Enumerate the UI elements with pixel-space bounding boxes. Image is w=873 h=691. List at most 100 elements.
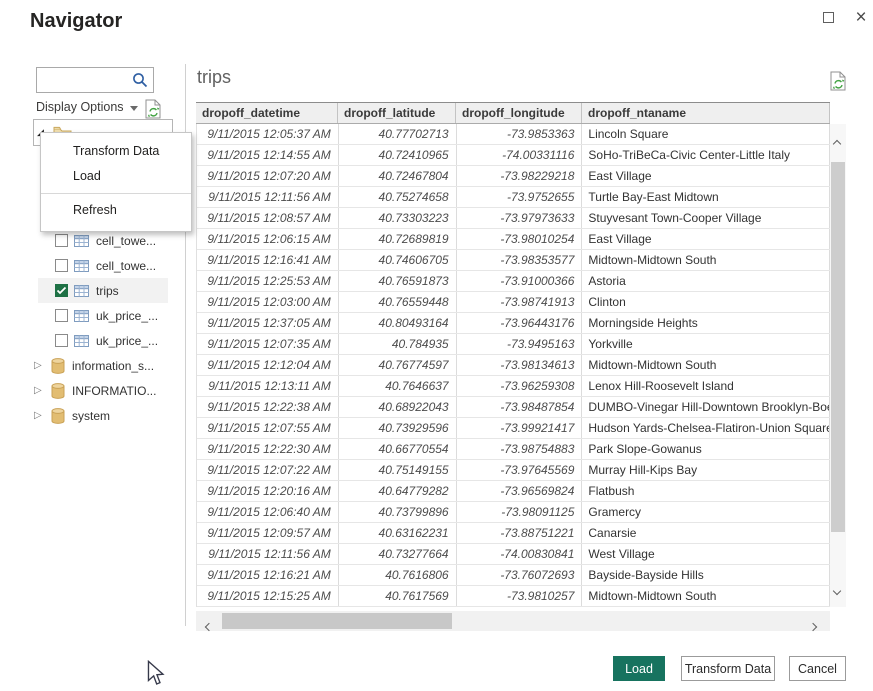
column-header-dropoff-datetime[interactable]: dropoff_datetime	[196, 103, 338, 123]
table-cell: Clinton	[582, 292, 830, 312]
table-cell: -73.98754883	[457, 439, 583, 459]
maximize-button[interactable]	[815, 6, 841, 28]
table-cell: 40.7646637	[339, 376, 457, 396]
table-cell: -73.97645569	[457, 460, 583, 480]
tree-item-cell-towe[interactable]: cell_towe...	[30, 253, 185, 278]
tree-item-label: system	[72, 409, 110, 423]
search-box[interactable]	[36, 67, 154, 93]
table-cell: 40.74606705	[339, 250, 457, 270]
table-cell: 9/11/2015 12:09:57 AM	[197, 523, 339, 543]
table-row: 9/11/2015 12:07:22 AM40.75149155-73.9764…	[197, 460, 830, 481]
table-cell: 40.73277664	[339, 544, 457, 564]
table-row: 9/11/2015 12:08:57 AM40.73303223-73.9797…	[197, 208, 830, 229]
checkbox-unchecked[interactable]	[55, 309, 68, 322]
table-cell: -73.91000366	[457, 271, 583, 291]
table-cell: -73.88751221	[457, 523, 583, 543]
horizontal-scrollbar[interactable]	[196, 611, 830, 631]
vertical-scrollbar-thumb[interactable]	[831, 162, 845, 532]
table-cell: -73.98134613	[457, 355, 583, 375]
table-cell: Midtown-Midtown South	[582, 586, 830, 606]
table-cell: 9/11/2015 12:03:00 AM	[197, 292, 339, 312]
expander-collapsed-icon[interactable]: ▷	[34, 410, 46, 421]
checkbox-unchecked[interactable]	[55, 234, 68, 247]
column-header-dropoff-ntaname[interactable]: dropoff_ntaname	[582, 103, 830, 123]
table-icon	[74, 285, 89, 297]
table-cell: 9/11/2015 12:07:35 AM	[197, 334, 339, 354]
display-options-dropdown[interactable]: Display Options	[36, 100, 138, 114]
table-row: 9/11/2015 12:37:05 AM40.80493164-73.9644…	[197, 313, 830, 334]
refresh-preview-icon[interactable]	[829, 71, 847, 92]
table-cell: 9/11/2015 12:22:38 AM	[197, 397, 339, 417]
preview-body: 9/11/2015 12:05:37 AM40.77702713-73.9853…	[196, 124, 830, 607]
table-cell: 9/11/2015 12:06:15 AM	[197, 229, 339, 249]
table-cell: 40.76591873	[339, 271, 457, 291]
table-cell: Lenox Hill-Roosevelt Island	[582, 376, 830, 396]
refresh-icon[interactable]	[144, 99, 162, 120]
transform-data-button[interactable]: Transform Data	[681, 656, 775, 681]
database-icon	[51, 408, 65, 424]
table-cell: -73.97973633	[457, 208, 583, 228]
table-cell: 40.75274658	[339, 187, 457, 207]
table-cell: West Village	[582, 544, 830, 564]
column-header-dropoff-latitude[interactable]: dropoff_latitude	[338, 103, 456, 123]
table-cell: 40.64779282	[339, 481, 457, 501]
expander-collapsed-icon[interactable]: ▷	[34, 360, 46, 371]
checkbox-unchecked[interactable]	[55, 259, 68, 272]
table-cell: -73.76072693	[457, 565, 583, 585]
cancel-button[interactable]: Cancel	[789, 656, 846, 681]
table-cell: 9/11/2015 12:16:21 AM	[197, 565, 339, 585]
table-cell: -73.98229218	[457, 166, 583, 186]
table-cell: 40.75149155	[339, 460, 457, 480]
scroll-right-icon[interactable]	[809, 623, 817, 631]
table-cell: Gramercy	[582, 502, 830, 522]
expander-collapsed-icon[interactable]: ▷	[34, 385, 46, 396]
table-cell: Yorkville	[582, 334, 830, 354]
tree-item-label: information_s...	[72, 359, 154, 373]
load-button[interactable]: Load	[613, 656, 665, 681]
scroll-down-icon[interactable]	[833, 587, 841, 595]
table-row: 9/11/2015 12:06:40 AM40.73799896-73.9809…	[197, 502, 830, 523]
vertical-scrollbar[interactable]	[830, 124, 846, 607]
tree-item-informatio[interactable]: ▷INFORMATIO...	[30, 378, 185, 403]
search-input[interactable]	[37, 68, 131, 92]
horizontal-scrollbar-thumb[interactable]	[222, 613, 452, 629]
table-cell: Morningside Heights	[582, 313, 830, 333]
tree-item-information-s[interactable]: ▷ information_s...	[30, 353, 185, 378]
scroll-left-icon[interactable]	[205, 623, 213, 631]
tree-item-trips[interactable]: trips	[30, 278, 185, 303]
table-cell: 9/11/2015 12:11:56 AM	[197, 544, 339, 564]
table-cell: -73.9853363	[457, 124, 583, 144]
table-cell: Bayside-Bayside Hills	[582, 565, 830, 585]
table-row: 9/11/2015 12:25:53 AM40.76591873-73.9100…	[197, 271, 830, 292]
close-button[interactable]: ×	[848, 6, 873, 28]
table-cell: Murray Hill-Kips Bay	[582, 460, 830, 480]
table-cell: -73.98091125	[457, 502, 583, 522]
table-cell: 9/11/2015 12:12:04 AM	[197, 355, 339, 375]
tree-item-uk-price[interactable]: uk_price_...	[30, 303, 185, 328]
table-icon	[74, 260, 89, 272]
tree-item-uk-price[interactable]: uk_price_...	[30, 328, 185, 353]
database-icon	[51, 358, 65, 374]
scroll-up-icon[interactable]	[833, 140, 841, 148]
close-icon: ×	[855, 8, 866, 27]
tree-item-system[interactable]: ▷ system	[30, 403, 185, 428]
table-cell: -73.98741913	[457, 292, 583, 312]
table-cell: Stuyvesant Town-Cooper Village	[582, 208, 830, 228]
table-row: 9/11/2015 12:11:56 AM40.75274658-73.9752…	[197, 187, 830, 208]
table-cell: 40.72410965	[339, 145, 457, 165]
column-header-dropoff-longitude[interactable]: dropoff_longitude	[456, 103, 582, 123]
table-cell: 40.784935	[339, 334, 457, 354]
table-cell: 9/11/2015 12:37:05 AM	[197, 313, 339, 333]
preview-title: trips	[197, 67, 231, 88]
table-cell: 40.76774597	[339, 355, 457, 375]
menu-item-refresh[interactable]: Refresh	[41, 198, 191, 223]
maximize-icon	[823, 12, 834, 23]
menu-item-load[interactable]: Load	[41, 164, 191, 189]
table-row: 9/11/2015 12:16:21 AM40.7616806-73.76072…	[197, 565, 830, 586]
table-cell: -73.9495163	[457, 334, 583, 354]
table-row: 9/11/2015 12:09:57 AM40.63162231-73.8875…	[197, 523, 830, 544]
checkbox-unchecked[interactable]	[55, 334, 68, 347]
menu-item-transform-data[interactable]: Transform Data	[41, 139, 191, 164]
table-cell: Canarsie	[582, 523, 830, 543]
checkbox-checked[interactable]	[55, 284, 68, 297]
